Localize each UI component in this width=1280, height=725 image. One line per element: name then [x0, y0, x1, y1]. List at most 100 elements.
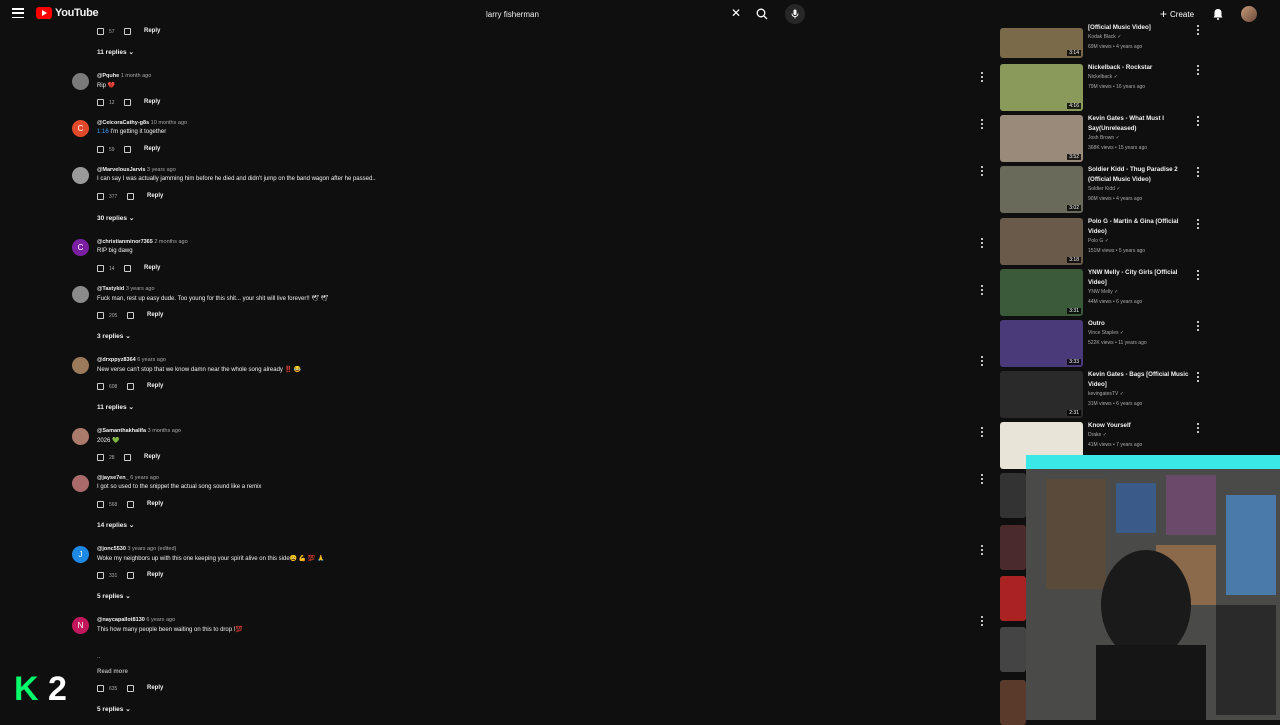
video-channel[interactable]: Nickelback ✓ [1088, 74, 1118, 80]
video-menu-icon[interactable] [1196, 25, 1200, 35]
comment-menu-icon[interactable] [980, 72, 984, 82]
comment-author[interactable]: @Tastykid [97, 286, 124, 292]
video-title[interactable]: Soldier Kidd - Thug Paradise 2 (Official… [1088, 165, 1190, 185]
video-title[interactable]: Outro [1088, 319, 1190, 329]
comment-menu-icon[interactable] [980, 474, 984, 484]
commenter-avatar[interactable]: J [72, 546, 89, 563]
commenter-avatar[interactable]: C [72, 120, 89, 137]
like-icon[interactable] [97, 685, 104, 692]
video-thumbnail[interactable]: 2:31 [1000, 371, 1083, 418]
like-icon[interactable] [97, 572, 104, 579]
video-thumbnail[interactable]: 3:18 [1000, 218, 1083, 265]
read-more-link[interactable]: Read more [97, 669, 128, 675]
video-title[interactable]: Nickelback - Rockstar [1088, 63, 1190, 73]
reply-button[interactable]: Reply [147, 193, 163, 199]
video-thumbnail[interactable] [1000, 525, 1026, 570]
commenter-avatar[interactable] [72, 428, 89, 445]
comment-menu-icon[interactable] [980, 427, 984, 437]
video-title[interactable]: Polo G - Martin & Gina (Official Video) [1088, 217, 1190, 237]
comment-menu-icon[interactable] [980, 238, 984, 248]
dislike-icon[interactable] [127, 572, 134, 579]
like-icon[interactable] [97, 99, 104, 106]
video-thumbnail[interactable] [1000, 576, 1026, 621]
video-channel[interactable]: Vince Staples ✓ [1088, 330, 1124, 336]
comment-author[interactable]: @Samanthakhalifa [97, 428, 146, 434]
video-thumbnail[interactable]: 3:02 [1000, 166, 1083, 213]
like-icon[interactable] [97, 383, 104, 390]
dislike-icon[interactable] [124, 146, 131, 153]
video-title[interactable]: Know Yourself [1088, 421, 1190, 431]
video-menu-icon[interactable] [1196, 372, 1200, 382]
reply-button[interactable]: Reply [147, 572, 163, 578]
comment-author[interactable]: @drxppyz8364 [97, 357, 136, 363]
video-title[interactable]: YNW Melly - City Girls [Official Video] [1088, 268, 1190, 288]
video-title[interactable]: [Official Music Video] [1088, 23, 1190, 33]
video-thumbnail[interactable] [1000, 473, 1026, 518]
video-menu-icon[interactable] [1196, 219, 1200, 229]
comment-menu-icon[interactable] [980, 119, 984, 129]
comment-menu-icon[interactable] [980, 166, 984, 176]
video-menu-icon[interactable] [1196, 167, 1200, 177]
dislike-icon[interactable] [124, 99, 131, 106]
video-menu-icon[interactable] [1196, 321, 1200, 331]
commenter-avatar[interactable] [72, 73, 89, 90]
video-thumbnail[interactable] [1000, 680, 1026, 725]
comment-author[interactable]: @CeicoraCathy-g8s [97, 120, 149, 126]
dislike-icon[interactable] [124, 265, 131, 272]
like-icon[interactable] [97, 454, 104, 461]
video-thumbnail[interactable]: 3:31 [1000, 269, 1083, 316]
like-icon[interactable] [97, 193, 104, 200]
video-thumbnail[interactable]: 4:16 [1000, 64, 1083, 111]
like-icon[interactable] [97, 501, 104, 508]
reply-button[interactable]: Reply [147, 501, 163, 507]
video-thumbnail[interactable]: 3:52 [1000, 115, 1083, 162]
comment-author[interactable]: @naycapallot8130 [97, 617, 145, 623]
reply-button[interactable]: Reply [144, 454, 160, 460]
video-title[interactable]: Kevin Gates - Bags [Official Music Video… [1088, 370, 1190, 390]
video-title[interactable]: Kevin Gates - What Must I Say(Unreleased… [1088, 114, 1190, 134]
view-replies-button[interactable]: 30 replies ⌄ [97, 214, 134, 222]
like-icon[interactable] [97, 28, 104, 35]
video-menu-icon[interactable] [1196, 270, 1200, 280]
comment-author[interactable]: @jayse7en_ [97, 475, 129, 481]
dislike-icon[interactable] [124, 454, 131, 461]
view-replies-button[interactable]: 11 replies ⌄ [97, 403, 134, 411]
commenter-avatar[interactable] [72, 167, 89, 184]
video-menu-icon[interactable] [1196, 423, 1200, 433]
video-channel[interactable]: Kodak Black ✓ [1088, 34, 1121, 40]
view-replies-button[interactable]: 11 replies ⌄ [97, 48, 134, 56]
dislike-icon[interactable] [124, 28, 131, 35]
reply-button[interactable]: Reply [147, 383, 163, 389]
timestamp-link[interactable]: 1:16 [97, 129, 109, 135]
reply-button[interactable]: Reply [147, 312, 163, 318]
dislike-icon[interactable] [127, 193, 134, 200]
view-replies-button[interactable]: 5 replies ⌄ [97, 592, 131, 600]
reply-button[interactable]: Reply [144, 99, 160, 105]
dislike-icon[interactable] [127, 383, 134, 390]
commenter-avatar[interactable] [72, 286, 89, 303]
dislike-icon[interactable] [127, 685, 134, 692]
video-thumbnail[interactable]: 3:33 [1000, 320, 1083, 367]
like-icon[interactable] [97, 265, 104, 272]
video-channel[interactable]: YNW Melly ✓ [1088, 289, 1118, 295]
view-replies-button[interactable]: 3 replies ⌄ [97, 332, 131, 340]
comment-author[interactable]: @Pquhe [97, 73, 119, 79]
video-thumbnail[interactable]: 3:14 [1000, 28, 1083, 58]
video-menu-icon[interactable] [1196, 116, 1200, 126]
commenter-avatar[interactable]: N [72, 617, 89, 634]
commenter-avatar[interactable] [72, 475, 89, 492]
reply-button[interactable]: Reply [144, 146, 160, 152]
like-icon[interactable] [97, 146, 104, 153]
comment-author[interactable]: @MarvelousJarvis [97, 167, 145, 173]
reply-button[interactable]: Reply [147, 685, 163, 691]
dislike-icon[interactable] [127, 312, 134, 319]
video-channel[interactable]: Drake ✓ [1088, 432, 1107, 438]
commenter-avatar[interactable]: C [72, 239, 89, 256]
reply-button[interactable]: Reply [144, 28, 160, 34]
comment-author[interactable]: @christianminor7365 [97, 239, 153, 245]
video-channel[interactable]: Soldier Kidd ✓ [1088, 186, 1121, 192]
video-thumbnail[interactable] [1000, 627, 1026, 672]
reply-button[interactable]: Reply [144, 265, 160, 271]
comment-menu-icon[interactable] [980, 616, 984, 626]
comment-menu-icon[interactable] [980, 285, 984, 295]
